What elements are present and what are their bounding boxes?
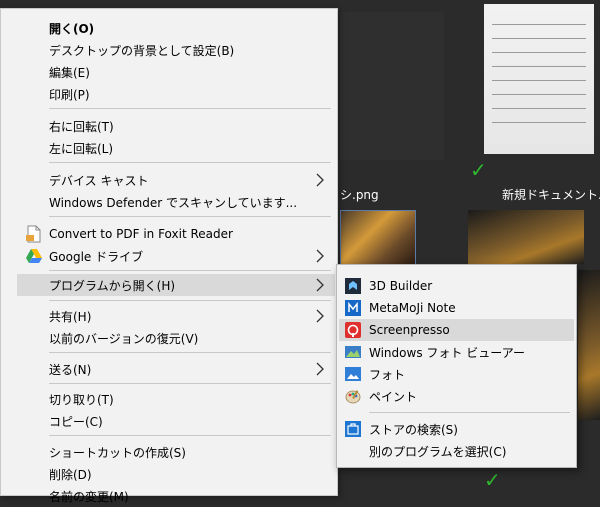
menu-separator: [49, 162, 331, 163]
submenu-item-label: Windows フォト ビューアー: [369, 345, 525, 360]
menu-item-share[interactable]: 共有(H): [17, 305, 335, 327]
file-thumbnail-pdf[interactable]: [484, 4, 594, 154]
menu-item-print[interactable]: 印刷(P): [17, 83, 335, 105]
menu-item-label: 右に回転(T): [49, 119, 114, 134]
menu-item-rotate-right[interactable]: 右に回転(T): [17, 115, 335, 137]
submenu-item-label: 別のプログラムを選択(C): [369, 444, 507, 459]
sync-check-icon: ✓: [484, 468, 501, 492]
foxit-pdf-icon: [26, 225, 41, 243]
file-thumbnail-photo[interactable]: [468, 210, 584, 264]
menu-separator: [49, 383, 331, 384]
store-icon: [345, 421, 361, 437]
submenu-item-label: フォト: [369, 367, 406, 382]
menu-item-label: 編集(E): [49, 65, 90, 80]
file-thumbnail-photo[interactable]: [340, 210, 416, 266]
submenu-item-choose-another-app[interactable]: 別のプログラムを選択(C): [339, 440, 574, 462]
menu-item-label: プログラムから開く(H): [49, 278, 176, 293]
photos-icon: [345, 367, 361, 381]
submenu-item-metamoji-note[interactable]: MetaMoJi Note: [339, 297, 574, 319]
menu-item-google-drive[interactable]: Google ドライブ: [17, 245, 335, 267]
menu-item-label: Convert to PDF in Foxit Reader: [49, 227, 233, 241]
sync-check-icon: ✓: [470, 158, 487, 182]
menu-item-open[interactable]: 開く(O): [17, 17, 335, 39]
menu-separator: [49, 352, 331, 353]
chevron-right-icon: [316, 173, 324, 187]
menu-item-copy[interactable]: コピー(C): [17, 410, 335, 432]
screenpresso-icon: [345, 322, 361, 338]
menu-item-edit[interactable]: 編集(E): [17, 61, 335, 83]
submenu-item-search-store[interactable]: ストアの検索(S): [339, 418, 574, 440]
menu-item-label: 送る(N): [49, 362, 92, 377]
file-label[interactable]: シ.png: [340, 186, 379, 203]
google-drive-icon: [26, 249, 42, 263]
menu-item-defender-scan[interactable]: Windows Defender でスキャンしています...: [17, 191, 335, 213]
photo-viewer-icon: [345, 346, 361, 358]
submenu-item-paint[interactable]: ペイント: [339, 385, 574, 407]
menu-item-label: 共有(H): [49, 309, 92, 324]
menu-item-cut[interactable]: 切り取り(T): [17, 388, 335, 410]
menu-separator: [49, 216, 331, 217]
menu-item-label: 左に回転(L): [49, 141, 114, 156]
submenu-item-windows-photo-viewer[interactable]: Windows フォト ビューアー: [339, 341, 574, 363]
submenu-item-label: ペイント: [369, 389, 418, 404]
chevron-right-icon: [316, 249, 324, 263]
open-with-submenu: 3D Builder MetaMoJi Note Screenpresso Wi…: [336, 264, 577, 468]
chevron-right-icon: [316, 309, 324, 323]
menu-item-rotate-left[interactable]: 左に回転(L): [17, 137, 335, 159]
menu-item-label: デバイス キャスト: [49, 173, 149, 188]
context-menu: 開く(O) デスクトップの背景として設定(B) 編集(E) 印刷(P) 右に回転…: [0, 8, 338, 504]
submenu-item-3d-builder[interactable]: 3D Builder: [339, 275, 574, 297]
menu-item-delete[interactable]: 削除(D): [17, 463, 335, 485]
menu-separator: [49, 270, 331, 271]
submenu-item-label: MetaMoJi Note: [369, 301, 456, 315]
menu-item-rename[interactable]: 名前の変更(M): [17, 485, 335, 507]
chevron-right-icon: [316, 362, 324, 376]
submenu-item-photos[interactable]: フォト: [339, 363, 574, 385]
menu-item-open-with[interactable]: プログラムから開く(H): [17, 274, 335, 296]
menu-item-label: 削除(D): [49, 467, 92, 482]
menu-item-restore-previous-versions[interactable]: 以前のバージョンの復元(V): [17, 327, 335, 349]
menu-item-label: Google ドライブ: [49, 249, 144, 264]
menu-item-set-desktop-background[interactable]: デスクトップの背景として設定(B): [17, 39, 335, 61]
submenu-item-screenpresso[interactable]: Screenpresso: [339, 319, 574, 341]
paint-icon: [345, 390, 361, 404]
menu-item-convert-pdf-foxit[interactable]: Convert to PDF in Foxit Reader: [17, 223, 335, 245]
submenu-item-label: Screenpresso: [369, 323, 450, 337]
file-label[interactable]: 新規ドキュメント.pdf: [502, 186, 600, 203]
menu-item-label: デスクトップの背景として設定(B): [49, 43, 235, 58]
menu-separator: [49, 108, 331, 109]
menu-item-send-to[interactable]: 送る(N): [17, 358, 335, 380]
submenu-item-label: ストアの検索(S): [369, 422, 458, 437]
menu-item-label: ショートカットの作成(S): [49, 445, 186, 460]
menu-item-label: Windows Defender でスキャンしています...: [49, 195, 298, 210]
menu-item-label: 名前の変更(M): [49, 489, 129, 504]
submenu-item-label: 3D Builder: [369, 279, 433, 293]
metamoji-note-icon: [345, 300, 361, 316]
file-thumbnail-photo[interactable]: [578, 270, 600, 420]
menu-item-label: コピー(C): [49, 414, 103, 429]
3d-builder-icon: [345, 278, 361, 294]
menu-item-label: 切り取り(T): [49, 392, 114, 407]
file-thumbnail[interactable]: [340, 12, 444, 160]
menu-item-device-cast[interactable]: デバイス キャスト: [17, 169, 335, 191]
menu-separator: [49, 435, 331, 436]
menu-item-label: 印刷(P): [49, 87, 90, 102]
menu-item-create-shortcut[interactable]: ショートカットの作成(S): [17, 441, 335, 463]
menu-separator: [49, 300, 331, 301]
chevron-right-icon: [316, 278, 324, 292]
menu-item-label: 開く(O): [49, 21, 95, 36]
menu-item-label: 以前のバージョンの復元(V): [49, 331, 199, 346]
submenu-separator: [369, 412, 570, 413]
